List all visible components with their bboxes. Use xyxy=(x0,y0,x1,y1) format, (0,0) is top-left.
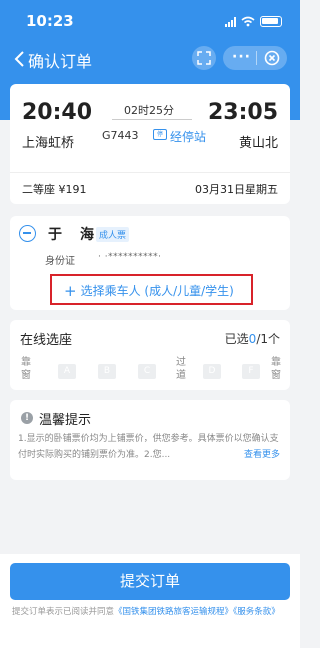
seat-row: 靠窗 A B C 过道 D F 靠窗 xyxy=(20,356,282,384)
service-terms-link[interactable]: 《服务条款》 xyxy=(233,607,280,617)
plus-icon: + xyxy=(64,281,77,300)
tips-title: 温馨提示 xyxy=(39,413,92,428)
departure-station: 上海虹桥 xyxy=(22,136,75,151)
close-icon[interactable] xyxy=(263,49,281,67)
seat-d[interactable]: D xyxy=(203,364,221,379)
selected-prefix: 已选 xyxy=(224,332,249,346)
window-label-right: 靠窗 xyxy=(271,357,281,381)
arrival-time: 23:05 xyxy=(207,100,278,125)
departure-time: 20:40 xyxy=(22,100,93,125)
status-bar: 10:23 xyxy=(0,0,300,44)
navbar: 确认订单 ··· xyxy=(0,44,300,74)
seat-b[interactable]: B xyxy=(98,364,116,379)
passenger-card: 于 海 成人票 身份证 · ·**********· + 选择乘车人 (成人/儿… xyxy=(10,216,290,310)
capsule-divider xyxy=(256,51,257,65)
id-number: · ·**********· xyxy=(98,252,162,262)
view-more-link[interactable]: 查看更多 xyxy=(239,447,280,463)
seat-c[interactable]: C xyxy=(138,364,156,379)
seat-selection-title: 在线选座 xyxy=(20,333,73,348)
aisle-label: 过道 xyxy=(176,357,186,381)
wifi-icon xyxy=(241,16,255,27)
tips-card: ! 温馨提示 1.显示的卧铺票价均为上铺票价，供您参考。具体票价以您确认支付时实… xyxy=(10,400,290,480)
signal-icon xyxy=(225,16,236,27)
divider xyxy=(10,172,290,173)
info-icon: ! xyxy=(21,412,33,424)
status-time: 10:23 xyxy=(26,12,74,30)
duration-line xyxy=(112,119,192,120)
scan-icon xyxy=(197,51,211,65)
stops-link[interactable]: 经停站 xyxy=(170,128,206,145)
train-number: G7443 xyxy=(102,129,139,142)
more-menu-button[interactable]: ··· xyxy=(232,49,251,65)
page-title: 确认订单 xyxy=(28,52,93,71)
id-type-label: 身份证 xyxy=(45,256,75,267)
seat-selected-count: 已选0/1个 xyxy=(225,330,280,347)
submit-order-button[interactable]: 提交订单 xyxy=(10,563,290,600)
selected-suffix: /1个 xyxy=(256,332,280,346)
trip-card: 20:40 上海虹桥 02时25分 G7443 停 经停站 23:05 黄山北 … xyxy=(10,84,290,204)
window-label-left: 靠窗 xyxy=(21,357,31,381)
add-passenger-label: 选择乘车人 (成人/儿童/学生) xyxy=(80,284,234,298)
add-passenger-button[interactable]: + 选择乘车人 (成人/儿童/学生) xyxy=(64,282,234,299)
trip-date: 03月31日星期五 xyxy=(195,183,278,196)
seat-selection-card: 在线选座 已选0/1个 靠窗 A B C 过道 D F 靠窗 xyxy=(10,320,290,390)
seat-f[interactable]: F xyxy=(242,364,260,379)
remove-passenger-icon[interactable] xyxy=(19,225,36,242)
agreement-prefix: 提交订单表示已阅读并同意 xyxy=(12,607,115,617)
scan-button[interactable] xyxy=(192,46,216,70)
passenger-name: 于 海 xyxy=(48,227,96,243)
ticket-type-badge: 成人票 xyxy=(96,227,130,242)
agreement-text: 提交订单表示已阅读并同意《国铁集团铁路旅客运输规程》《服务条款》 xyxy=(12,606,288,618)
stops-icon[interactable]: 停 xyxy=(153,129,167,140)
seat-a[interactable]: A xyxy=(58,364,76,379)
highlight-box: + 选择乘车人 (成人/儿童/学生) xyxy=(50,274,253,305)
system-icons xyxy=(225,16,282,27)
battery-icon xyxy=(260,16,282,27)
mini-program-capsule: ··· xyxy=(223,46,287,70)
trip-duration: 02时25分 xyxy=(124,104,174,117)
arrival-station: 黄山北 xyxy=(238,136,278,151)
rules-link[interactable]: 《国铁集团铁路旅客运输规程》 xyxy=(114,607,233,617)
seat-class-price: 二等座 ¥191 xyxy=(22,183,87,196)
bottom-bar: 提交订单 提交订单表示已阅读并同意《国铁集团铁路旅客运输规程》《服务条款》 xyxy=(0,554,300,648)
